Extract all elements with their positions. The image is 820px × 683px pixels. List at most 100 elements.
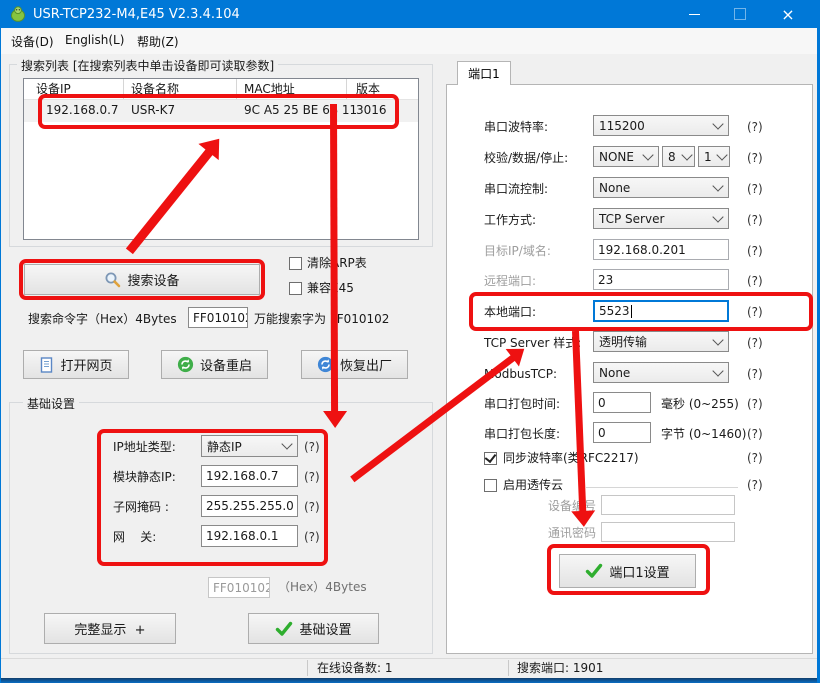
modbus-select[interactable]: None <box>593 362 729 383</box>
help-icon[interactable]: (?) <box>747 451 763 465</box>
databits-select[interactable]: 8 <box>662 146 695 167</box>
help-icon[interactable]: (?) <box>747 120 763 134</box>
row-version[interactable]: 3016 <box>356 103 387 118</box>
help-icon[interactable]: (?) <box>304 440 320 454</box>
base-settings-button[interactable]: 基础设置 <box>248 613 379 644</box>
help-icon[interactable]: (?) <box>747 367 763 381</box>
hex-readonly-value: FF010102 <box>213 581 270 595</box>
col-header-version[interactable]: 版本 <box>356 82 380 97</box>
menu-device[interactable]: 设备(D) <box>11 33 54 50</box>
compat-e45-label: 兼容E45 <box>307 281 354 296</box>
help-icon[interactable]: (?) <box>747 305 763 319</box>
restart-label: 设备重启 <box>200 355 252 374</box>
tcp-style-label: TCP Server 样式: <box>484 336 581 351</box>
base-settings-label: 基础设置 <box>299 619 351 638</box>
menu-help[interactable]: 帮助(Z) <box>137 33 179 50</box>
cloud-checkbox[interactable] <box>484 479 497 492</box>
help-icon[interactable]: (?) <box>747 397 763 411</box>
gateway-input[interactable]: 192.168.0.1 <box>201 525 298 547</box>
ip-type-select[interactable]: 静态IP <box>201 435 298 457</box>
sync-baud-checkbox[interactable] <box>484 452 497 465</box>
help-icon[interactable]: (?) <box>747 336 763 350</box>
col-divider <box>236 79 237 99</box>
modbus-value: None <box>599 366 630 380</box>
maximize-button[interactable] <box>717 0 763 28</box>
check-icon <box>275 621 293 637</box>
full-display-label: 完整显示 + <box>74 619 145 638</box>
clear-arp-label: 清除ARP表 <box>307 256 367 271</box>
tab-port1[interactable]: 端口1 <box>457 61 511 85</box>
base-group-title: 基础设置 <box>23 395 79 412</box>
status-search-port: 搜索端口: 1901 <box>517 661 603 676</box>
maximize-icon <box>734 8 746 20</box>
port1-settings-button[interactable]: 端口1设置 <box>559 554 696 588</box>
databits-value: 8 <box>668 150 676 164</box>
compat-e45-checkbox[interactable] <box>289 282 302 295</box>
chevron-down-icon <box>712 211 723 222</box>
flow-label: 串口流控制: <box>484 182 548 197</box>
menu-bar: 设备(D) English(L) 帮助(Z) <box>1 28 817 54</box>
col-header-ip[interactable]: 设备IP <box>36 82 71 97</box>
help-icon[interactable]: (?) <box>747 274 763 288</box>
row-name[interactable]: USR-K7 <box>131 103 175 118</box>
remote-port-input[interactable]: 23 <box>593 269 729 290</box>
parity-select[interactable]: NONE <box>593 146 659 167</box>
help-icon[interactable]: (?) <box>304 530 320 544</box>
work-mode-value: TCP Server <box>599 212 664 226</box>
factory-reset-button[interactable]: 恢复出厂 <box>301 350 408 379</box>
close-button[interactable]: × <box>763 0 813 28</box>
col-header-mac[interactable]: MAC地址 <box>244 82 295 97</box>
remote-port-label: 远程端口: <box>484 274 536 289</box>
dest-ip-input[interactable]: 192.168.0.201 <box>593 239 729 260</box>
static-ip-label: 模块静态IP: <box>113 470 176 485</box>
app-window: USR-TCP232-M4,E45 V2.3.4.104 × 设备(D) Eng… <box>0 0 820 683</box>
row-ip[interactable]: 192.168.0.7 <box>46 103 119 118</box>
static-ip-input[interactable]: 192.168.0.7 <box>201 465 298 487</box>
pack-len-unit: 字节 (0~1460) <box>661 427 746 442</box>
search-device-label: 搜索设备 <box>127 270 179 289</box>
local-port-input[interactable]: 5523 <box>593 300 729 322</box>
search-icon <box>104 271 121 288</box>
help-icon[interactable]: (?) <box>747 244 763 258</box>
help-icon[interactable]: (?) <box>304 500 320 514</box>
work-mode-select[interactable]: TCP Server <box>593 208 729 229</box>
cloud-label: 启用透传云 <box>503 478 563 493</box>
subnet-mask-input[interactable]: 255.255.255.0 <box>201 495 298 517</box>
row-mac[interactable]: 9C A5 25 BE 6B 11 <box>244 103 357 118</box>
tcp-style-value: 透明传输 <box>599 333 647 350</box>
baud-select[interactable]: 115200 <box>593 115 729 136</box>
parity-value: NONE <box>599 150 634 164</box>
gateway-value: 192.168.0.1 <box>206 529 279 543</box>
tcp-style-select[interactable]: 透明传输 <box>593 331 729 352</box>
help-icon[interactable]: (?) <box>747 478 763 492</box>
static-ip-value: 192.168.0.7 <box>206 469 279 483</box>
cmd-word-input[interactable]: FF010102 <box>188 307 248 328</box>
window-title: USR-TCP232-M4,E45 V2.3.4.104 <box>33 7 240 22</box>
device-pwd-input[interactable] <box>601 522 735 542</box>
factory-reset-label: 恢复出厂 <box>340 355 392 374</box>
clear-arp-checkbox[interactable] <box>289 257 302 270</box>
menu-english[interactable]: English(L) <box>65 33 124 47</box>
search-device-button[interactable]: 搜索设备 <box>24 264 260 295</box>
flow-select[interactable]: None <box>593 177 729 198</box>
help-icon[interactable]: (?) <box>747 213 763 227</box>
window-bottom-border <box>1 678 817 683</box>
col-divider <box>346 79 347 99</box>
device-no-input[interactable] <box>601 495 735 515</box>
help-icon[interactable]: (?) <box>304 470 320 484</box>
search-group-title: 搜索列表 [在搜索列表中单击设备即可读取参数] <box>17 57 278 74</box>
device-no-label: 设备编号 <box>548 499 596 514</box>
pack-len-input[interactable]: 0 <box>593 422 651 443</box>
restart-device-button[interactable]: 设备重启 <box>161 350 268 379</box>
app-icon <box>9 5 27 23</box>
statusbar-divider <box>307 660 308 676</box>
help-icon[interactable]: (?) <box>747 182 763 196</box>
pack-time-input[interactable]: 0 <box>593 392 651 413</box>
open-web-button[interactable]: 打开网页 <box>23 350 129 379</box>
col-header-name[interactable]: 设备名称 <box>131 82 179 97</box>
minimize-button[interactable] <box>671 0 717 28</box>
help-icon[interactable]: (?) <box>747 151 763 165</box>
help-icon[interactable]: (?) <box>747 427 763 441</box>
full-display-button[interactable]: 完整显示 + <box>44 613 176 644</box>
stopbits-select[interactable]: 1 <box>698 146 730 167</box>
